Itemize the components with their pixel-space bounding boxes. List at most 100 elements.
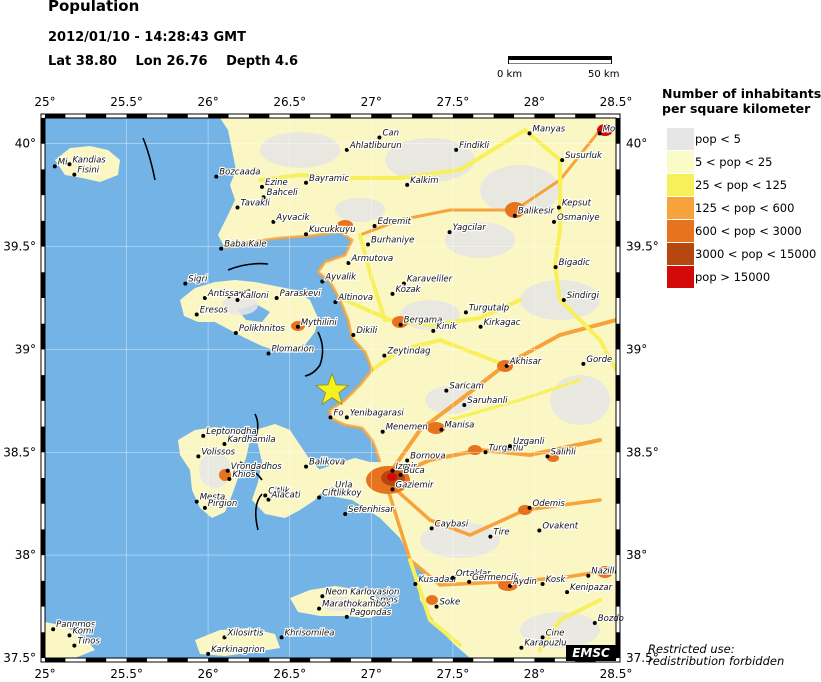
axis-tick-label: 28.5° <box>600 667 633 681</box>
place-marker <box>597 131 602 136</box>
place-label: Ezine <box>265 178 288 188</box>
frame-segment <box>534 658 555 662</box>
place-marker <box>447 230 452 235</box>
frame-segment <box>452 114 474 118</box>
place-marker <box>478 324 483 329</box>
depth-value: Depth 4.6 <box>226 54 299 69</box>
place-marker <box>194 312 199 317</box>
frame-segment <box>41 426 45 453</box>
place-label: Yagcilar <box>453 223 487 233</box>
axis-tick-label: 39° <box>15 342 36 356</box>
place-label: Cine <box>546 628 565 638</box>
axis-tick-label: 38° <box>626 548 647 562</box>
place-marker <box>382 353 387 358</box>
place-label: Mi <box>58 157 68 167</box>
frame-segment <box>208 658 229 662</box>
place-marker <box>450 575 455 580</box>
frame-segment <box>575 114 596 118</box>
place-marker <box>233 330 238 335</box>
place-label: Kandias <box>72 155 106 165</box>
place-marker <box>366 242 371 247</box>
place-marker <box>380 429 385 434</box>
place-marker <box>317 606 322 611</box>
frame-segment <box>41 323 45 350</box>
emsc-logo: EMSC <box>566 645 616 661</box>
axis-tick-label: 28.5° <box>600 95 633 109</box>
place-label: Kozak <box>395 285 421 295</box>
place-label: Bahceli <box>267 188 299 198</box>
place-label: Armutova <box>350 254 393 264</box>
frame-segment <box>85 114 107 118</box>
place-marker <box>561 298 566 303</box>
place-marker <box>565 590 570 595</box>
place-marker <box>317 495 322 500</box>
place-label: Alacati <box>271 491 302 501</box>
place-marker <box>201 433 206 438</box>
place-label: Tire <box>493 528 509 538</box>
place-label: Saricam <box>449 382 484 392</box>
place-label: Baba Kale <box>224 240 266 250</box>
frame-segment <box>126 114 147 118</box>
place-marker <box>214 174 219 179</box>
frame-segment <box>493 114 515 118</box>
place-marker <box>507 584 512 588</box>
place-marker <box>488 534 493 539</box>
legend-swatch <box>667 220 694 242</box>
place-label: Saruhanli <box>467 396 508 406</box>
axis-tick-label: 27° <box>361 667 382 681</box>
place-marker <box>320 279 325 284</box>
place-label: Polikhnitos <box>239 324 286 334</box>
place-label: Ahlatliburun <box>349 141 402 151</box>
axis-tick-label: 38° <box>15 548 36 562</box>
place-marker <box>398 322 403 327</box>
frame-segment <box>616 426 620 453</box>
place-marker <box>439 427 444 432</box>
place-marker <box>235 298 240 303</box>
legend-item: 3000 < pop < 15000 <box>667 243 817 265</box>
frame-segment <box>167 658 188 662</box>
frame-segment <box>616 580 620 607</box>
frame-segment <box>534 114 555 118</box>
place-marker <box>527 131 532 136</box>
place-label: Salihli <box>550 447 576 457</box>
axis-tick-label: 25° <box>34 667 55 681</box>
frame-segment <box>371 658 392 662</box>
legend-label: 3000 < pop < 15000 <box>695 247 817 261</box>
place-marker <box>304 464 309 469</box>
place-marker <box>263 493 268 498</box>
place-label: Bozcaada <box>219 168 260 178</box>
place-label: Kucukkuyu <box>309 225 355 235</box>
legend-item: pop > 15000 <box>667 266 817 288</box>
place-marker <box>405 182 410 187</box>
place-marker <box>429 526 434 531</box>
axis-tick-label: 38.5° <box>3 445 36 459</box>
place-label: Yenibagarasi <box>350 408 405 418</box>
page-title: Population <box>48 0 140 15</box>
place-label: Nazilli <box>591 567 617 577</box>
place-label: Karaveliler <box>407 275 453 285</box>
frame-segment <box>248 114 270 118</box>
frame-segment <box>330 658 351 662</box>
frame-segment <box>45 658 66 662</box>
place-label: Kosk <box>546 575 567 585</box>
frame-segment <box>371 114 392 118</box>
place-label: Gaziemir <box>395 480 433 490</box>
place-marker <box>259 184 264 189</box>
place-marker <box>304 180 309 185</box>
frame-segment <box>41 478 45 504</box>
axis-tick-label: 26.5° <box>273 95 306 109</box>
place-marker <box>592 621 597 626</box>
frame-segment <box>208 114 229 118</box>
axis-tick-label: 27.5° <box>436 95 469 109</box>
place-marker <box>377 135 382 140</box>
frame-segment <box>289 658 311 662</box>
place-label: Turgutalp <box>469 303 509 313</box>
place-marker <box>196 454 201 459</box>
place-label: Pagondas <box>350 608 392 618</box>
axis-tick-label: 28° <box>524 667 545 681</box>
place-label: Seferihisar <box>348 505 394 515</box>
frame-segment <box>41 272 45 298</box>
place-marker <box>462 402 467 407</box>
frame-segment <box>616 118 620 144</box>
place-marker <box>434 604 439 609</box>
